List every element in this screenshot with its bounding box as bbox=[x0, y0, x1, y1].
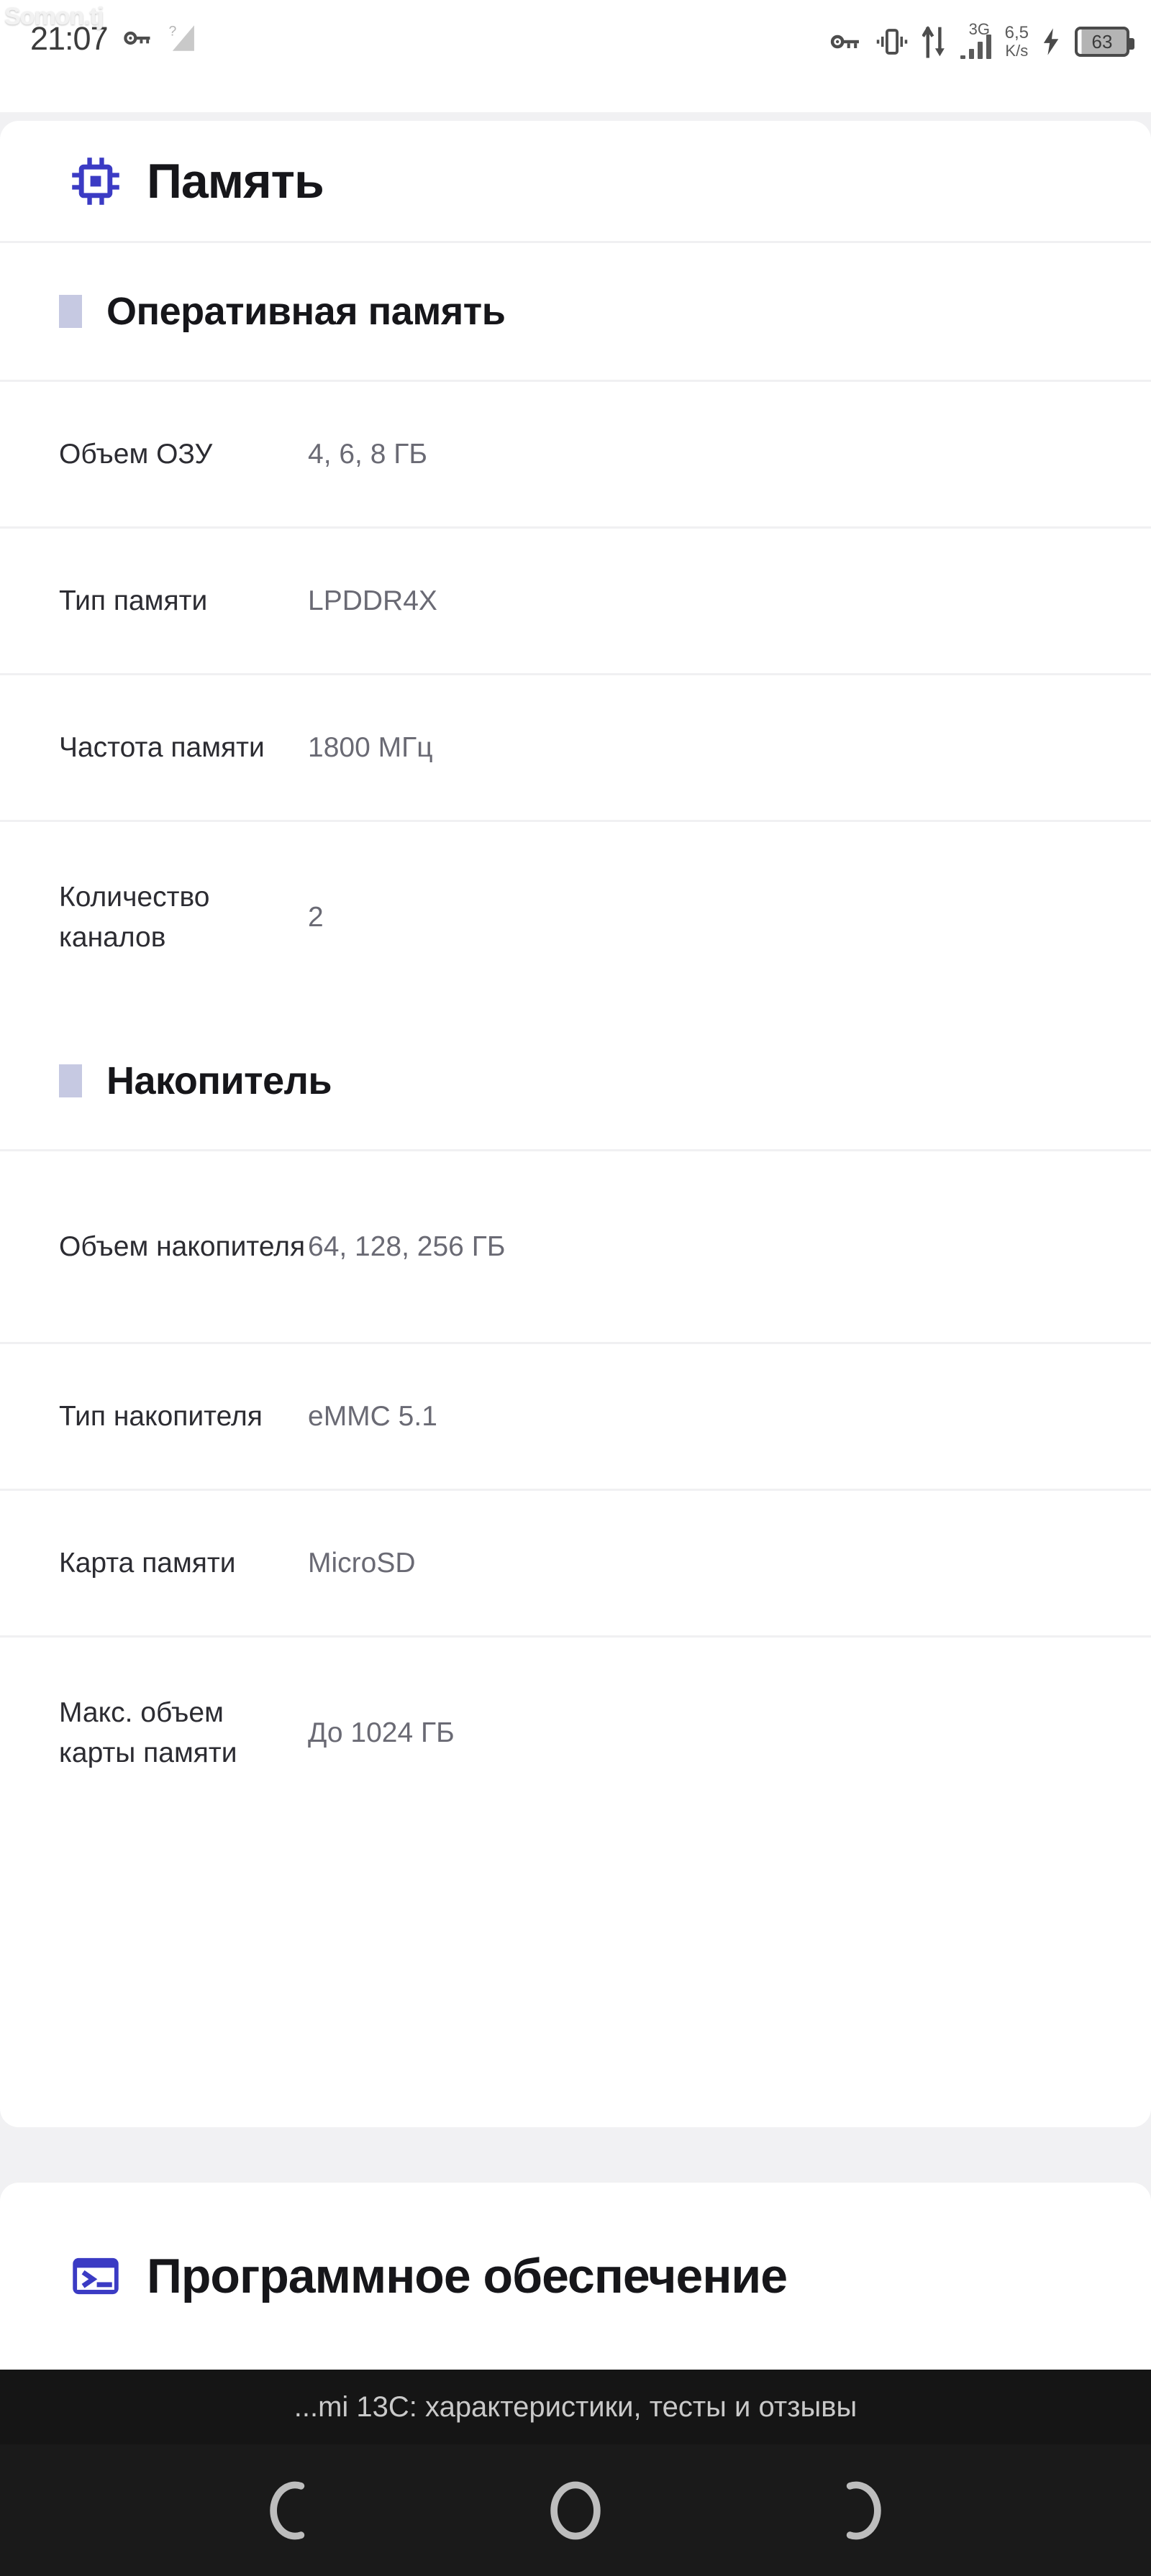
battery-indicator: 63 bbox=[1075, 27, 1134, 57]
spec-label: Объем накопителя bbox=[59, 1230, 306, 1262]
table-row: Объем ОЗУ 4, 6, 8 ГБ bbox=[0, 380, 1151, 526]
status-bar: 21:07 ? 3G 6,5 K/s 63 bbox=[0, 0, 1151, 112]
status-bar-right: 3G 6,5 K/s 63 bbox=[830, 20, 1134, 59]
network-speed-unit: K/s bbox=[1005, 42, 1029, 60]
spec-label: Количество каналов bbox=[59, 882, 210, 953]
spec-value: MicroSD bbox=[308, 1547, 416, 1579]
spec-label: Тип накопителя bbox=[59, 1400, 263, 1432]
cellular-signal-icon: 3G bbox=[960, 20, 991, 59]
signal-bars bbox=[960, 35, 991, 59]
phone-screen: 21:07 ? 3G 6,5 K/s 63 Somon.tj Память Оп… bbox=[0, 0, 1151, 2576]
status-bar-left: 21:07 ? bbox=[30, 22, 199, 55]
spec-value: LPDDR4X bbox=[308, 585, 437, 616]
cpu-chip-icon bbox=[69, 155, 122, 208]
section-header-storage: Накопитель bbox=[0, 1013, 1151, 1149]
spec-value: 4, 6, 8 ГБ bbox=[308, 438, 427, 470]
section-title-ram: Оперативная память bbox=[106, 290, 506, 333]
battery-percent-label: 63 bbox=[1091, 30, 1113, 52]
vibrate-icon bbox=[875, 26, 909, 58]
page-title-row: Память bbox=[0, 121, 1151, 243]
table-row: Тип накопителя eMMC 5.1 bbox=[0, 1342, 1151, 1489]
network-type-label: 3G bbox=[968, 20, 990, 38]
spec-value: 2 bbox=[308, 901, 324, 933]
section-title-storage: Накопитель bbox=[106, 1059, 332, 1102]
page-title: Память bbox=[147, 153, 324, 209]
spec-label: Макс. объем карты памяти bbox=[59, 1697, 237, 1768]
status-clock: 21:07 bbox=[30, 19, 109, 57]
spec-value: eMMC 5.1 bbox=[308, 1400, 437, 1432]
software-header: Программное обеспечение bbox=[0, 2183, 1151, 2370]
spec-value: До 1024 ГБ bbox=[308, 1717, 455, 1748]
table-row: Объем накопителя 64, 128, 256 ГБ bbox=[0, 1149, 1151, 1342]
vpn-key-icon bbox=[830, 27, 862, 57]
spec-value: 1800 МГц bbox=[308, 731, 433, 763]
page-title-toast: ...mi 13C: характеристики, тесты и отзыв… bbox=[0, 2370, 1151, 2444]
section-bullet-icon bbox=[59, 295, 82, 328]
network-speed-value: 6,5 bbox=[1004, 23, 1029, 42]
table-row: Количество каналов 2 bbox=[0, 820, 1151, 1013]
network-speed-indicator: 6,5 K/s bbox=[1005, 24, 1029, 59]
android-nav-bar bbox=[0, 2444, 1151, 2576]
svg-text:?: ? bbox=[168, 23, 176, 39]
table-row: Частота памяти 1800 МГц bbox=[0, 673, 1151, 820]
back-icon[interactable] bbox=[250, 2467, 336, 2554]
spec-value: 64, 128, 256 ГБ bbox=[308, 1230, 506, 1262]
memory-card: Память Оперативная память Объем ОЗУ 4, 6… bbox=[0, 121, 1151, 2127]
key-icon bbox=[122, 23, 153, 53]
spec-label: Частота памяти bbox=[59, 731, 265, 763]
toast-text: ...mi 13C: характеристики, тесты и отзыв… bbox=[294, 2390, 857, 2423]
charging-bolt-icon bbox=[1042, 27, 1061, 57]
software-title: Программное обеспечение bbox=[147, 2249, 788, 2303]
section-header-ram: Оперативная память bbox=[0, 243, 1151, 380]
table-row: Макс. объем карты памяти До 1024 ГБ bbox=[0, 1635, 1151, 1828]
terminal-icon bbox=[69, 2250, 122, 2303]
data-transfer-icon bbox=[922, 24, 947, 59]
spec-label: Тип памяти bbox=[59, 585, 208, 616]
recents-icon[interactable] bbox=[815, 2467, 901, 2554]
table-row: Тип памяти LPDDR4X bbox=[0, 526, 1151, 673]
signal-unknown-icon: ? bbox=[167, 22, 199, 55]
spec-label: Объем ОЗУ bbox=[59, 438, 213, 470]
software-card[interactable]: Программное обеспечение bbox=[0, 2183, 1151, 2370]
section-bullet-icon bbox=[59, 1064, 82, 1097]
table-row: Карта памяти MicroSD bbox=[0, 1489, 1151, 1635]
spec-label: Карта памяти bbox=[59, 1547, 236, 1579]
home-icon[interactable] bbox=[532, 2467, 619, 2554]
